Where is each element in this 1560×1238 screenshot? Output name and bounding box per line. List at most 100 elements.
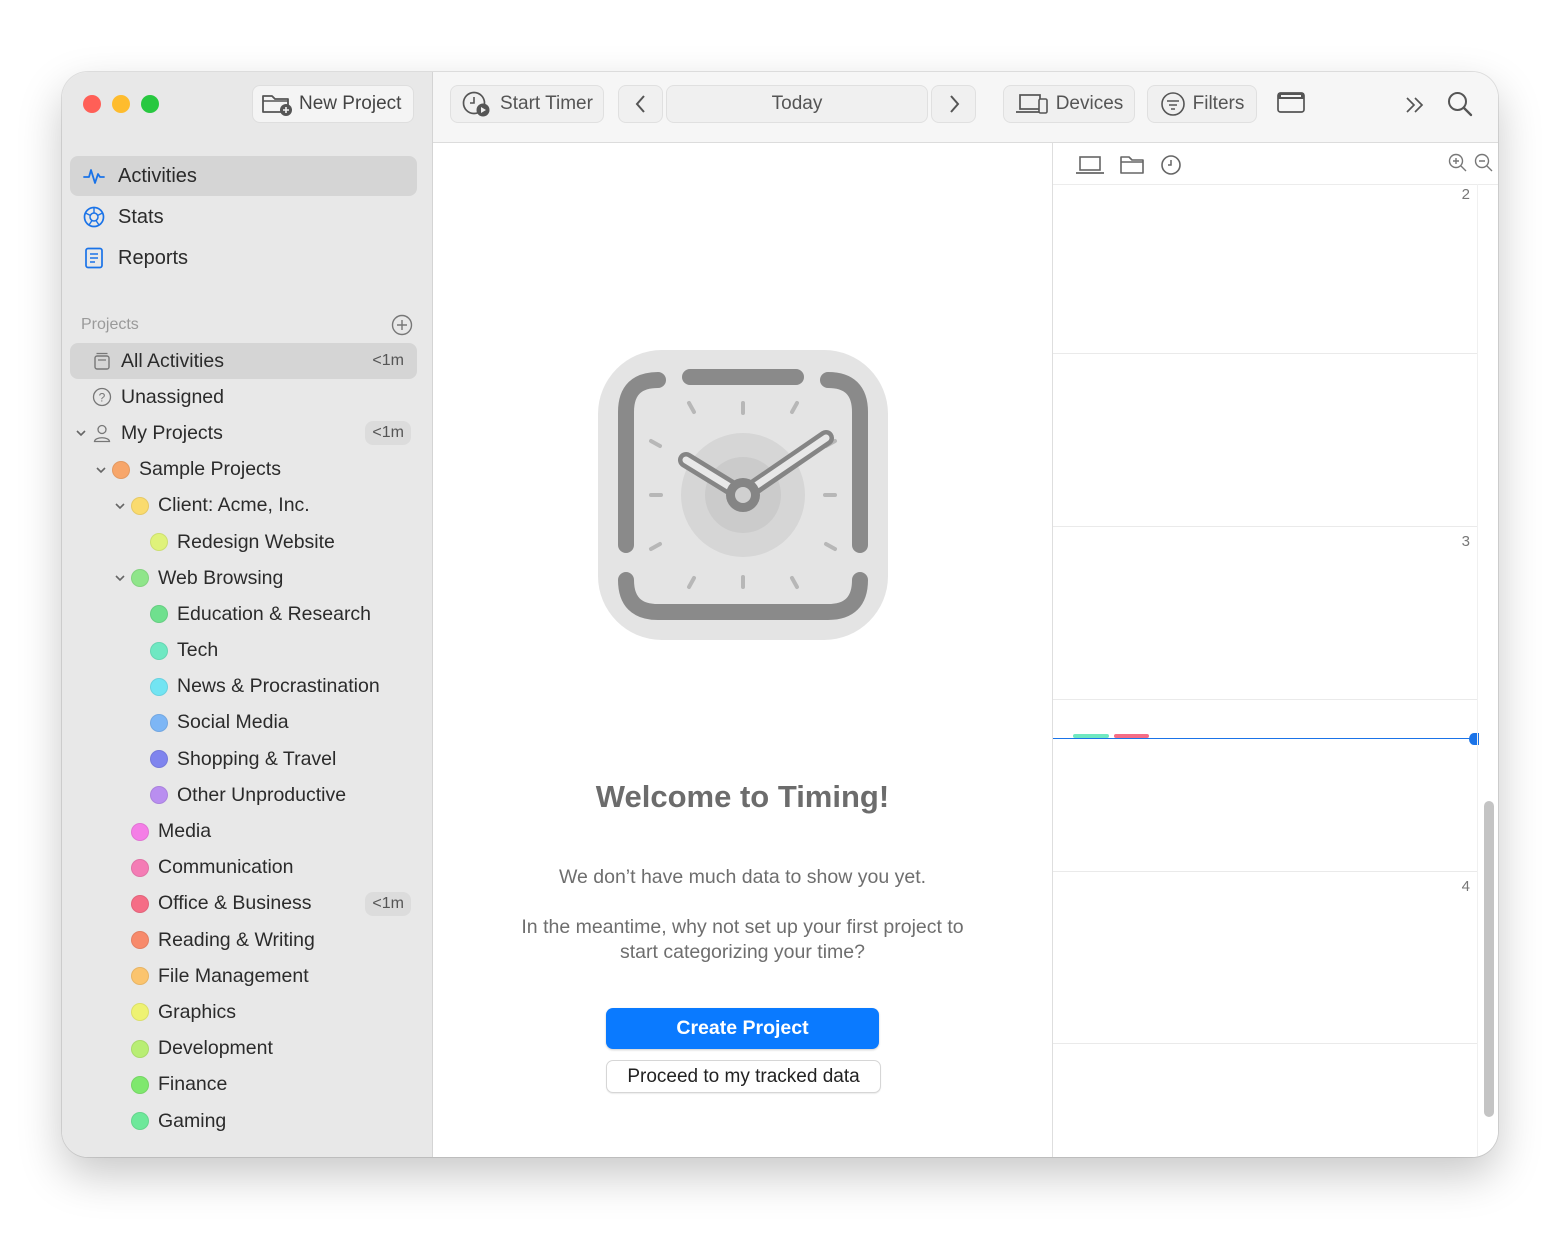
- project-row-web-browsing[interactable]: Web Browsing: [70, 560, 417, 596]
- nav-reports-label: Reports: [118, 246, 189, 269]
- window-controls: [83, 95, 159, 113]
- project-row-sample-projects[interactable]: Sample Projects: [70, 452, 417, 488]
- timeline-gridline: [1053, 699, 1478, 700]
- project-label: Client: Acme, Inc.: [158, 494, 310, 517]
- project-row-news-procrastination[interactable]: News & Procrastination: [70, 669, 417, 705]
- next-day-button[interactable]: [931, 85, 976, 123]
- project-label: Communication: [158, 856, 294, 879]
- timeline-gridline: [1053, 353, 1478, 354]
- chevron-down-icon[interactable]: [113, 499, 127, 513]
- welcome-title: Welcome to Timing!: [595, 779, 890, 814]
- project-color-dot: [131, 1112, 149, 1131]
- project-row-all-activities[interactable]: All Activities <1m: [70, 343, 417, 380]
- stats-icon: [82, 205, 106, 229]
- project-row-finance[interactable]: Finance: [70, 1067, 417, 1103]
- devices-label: Devices: [1055, 93, 1124, 114]
- close-window-button[interactable]: [83, 95, 101, 113]
- project-row-reading-writing[interactable]: Reading & Writing: [70, 922, 417, 958]
- project-label: Media: [158, 820, 212, 843]
- project-row-tech[interactable]: Tech: [70, 633, 417, 669]
- project-row-shopping-travel[interactable]: Shopping & Travel: [70, 741, 417, 777]
- project-row-social-media[interactable]: Social Media: [70, 705, 417, 741]
- project-label: Redesign Website: [177, 530, 335, 553]
- project-color-dot: [131, 894, 149, 913]
- zoom-in-icon[interactable]: [1448, 153, 1468, 173]
- more-toolbar-items-icon[interactable]: [1403, 94, 1427, 116]
- timeline-gridline: [1053, 1043, 1478, 1044]
- timeline-header: [1053, 143, 1498, 185]
- chevron-down-icon[interactable]: [94, 463, 108, 477]
- project-color-dot: [150, 533, 168, 552]
- project-label: File Management: [158, 964, 309, 987]
- project-row-unassigned[interactable]: ? Unassigned: [70, 379, 417, 415]
- start-timer-button[interactable]: Start Timer: [450, 85, 604, 123]
- devices-button[interactable]: Devices: [1003, 85, 1135, 123]
- project-color-dot: [150, 713, 168, 732]
- timer-play-icon: [461, 90, 493, 118]
- filters-button[interactable]: Filters: [1147, 85, 1257, 123]
- nav-reports[interactable]: Reports: [70, 238, 417, 278]
- project-color-dot: [150, 641, 168, 660]
- project-row-education-research[interactable]: Education & Research: [70, 596, 417, 632]
- project-label: Gaming: [158, 1109, 227, 1132]
- project-row-client-acme[interactable]: Client: Acme, Inc.: [70, 488, 417, 524]
- project-row-development[interactable]: Development: [70, 1031, 417, 1067]
- chevron-down-icon[interactable]: [113, 571, 127, 585]
- projects-header-label: Projects: [81, 316, 139, 333]
- timeline-gridline: [1053, 871, 1478, 872]
- project-label: Shopping & Travel: [177, 747, 337, 770]
- hour-label: 2: [1461, 186, 1470, 203]
- previous-day-button[interactable]: [618, 85, 663, 123]
- project-color-dot: [131, 1075, 149, 1094]
- project-row-my-projects[interactable]: My Projects <1m: [70, 415, 417, 451]
- project-label: News & Procrastination: [177, 675, 380, 698]
- project-color-dot: [131, 496, 149, 515]
- zoom-out-icon[interactable]: [1474, 153, 1494, 173]
- add-project-icon[interactable]: [391, 314, 413, 336]
- project-row-file-management[interactable]: File Management: [70, 958, 417, 994]
- project-color-dot: [131, 569, 149, 588]
- duration-badge: <1m: [365, 421, 411, 446]
- project-label: Other Unproductive: [177, 783, 347, 806]
- project-color-dot: [131, 1003, 149, 1022]
- date-selector[interactable]: Today: [666, 85, 928, 123]
- new-project-button[interactable]: New Project: [252, 85, 414, 123]
- chevron-down-icon[interactable]: [74, 426, 88, 440]
- laptop-icon[interactable]: [1075, 154, 1105, 176]
- project-row-media[interactable]: Media: [70, 813, 417, 849]
- project-label: Sample Projects: [139, 458, 281, 481]
- project-color-dot: [131, 858, 149, 877]
- svg-text:?: ?: [99, 391, 106, 405]
- toolbar: Start Timer Today Devices Filters: [433, 72, 1498, 143]
- project-row-redesign-website[interactable]: Redesign Website: [70, 524, 417, 560]
- scrollbar-thumb[interactable]: [1484, 801, 1494, 1117]
- project-row-gaming[interactable]: Gaming: [70, 1103, 417, 1139]
- nav-activities[interactable]: Activities: [70, 156, 417, 196]
- person-icon: [92, 423, 112, 443]
- nav-activities-label: Activities: [118, 164, 197, 187]
- project-label: Web Browsing: [158, 566, 284, 589]
- search-icon[interactable]: [1446, 90, 1474, 118]
- zoom-window-button[interactable]: [141, 95, 159, 113]
- duration-badge: <1m: [365, 891, 411, 916]
- project-row-office-business[interactable]: Office & Business <1m: [70, 886, 417, 922]
- folder-icon[interactable]: [1119, 153, 1145, 175]
- project-label: Education & Research: [177, 602, 372, 625]
- project-row-other-unproductive[interactable]: Other Unproductive: [70, 777, 417, 813]
- timeline-scrollbar[interactable]: [1477, 184, 1498, 1157]
- create-project-button[interactable]: Create Project: [606, 1008, 879, 1049]
- window-panel-icon[interactable]: [1276, 90, 1306, 116]
- project-label: Graphics: [158, 1000, 237, 1023]
- app-window: New Project Activities Stats Reports Pro…: [62, 72, 1498, 1157]
- project-label: All Activities: [121, 349, 224, 372]
- project-color-dot: [131, 931, 149, 950]
- timeline-panel: 2 3 4: [1052, 143, 1498, 1157]
- minimize-window-button[interactable]: [112, 95, 130, 113]
- proceed-to-tracked-data-button[interactable]: Proceed to my tracked data: [606, 1060, 881, 1093]
- project-label: Tech: [177, 639, 219, 662]
- nav-stats[interactable]: Stats: [70, 197, 417, 237]
- project-row-communication[interactable]: Communication: [70, 850, 417, 886]
- clock-icon[interactable]: [1160, 154, 1182, 176]
- project-row-graphics[interactable]: Graphics: [70, 994, 417, 1030]
- project-label: Finance: [158, 1073, 228, 1096]
